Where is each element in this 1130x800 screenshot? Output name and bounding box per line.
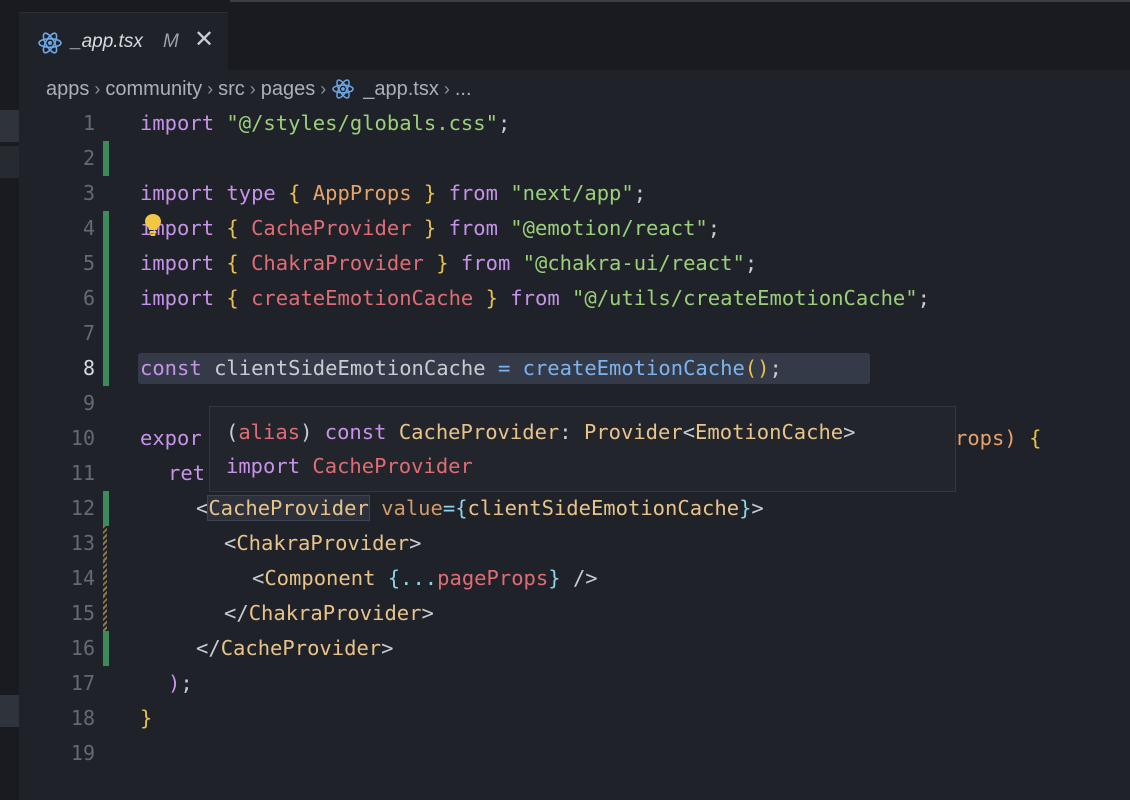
tab-filename: _app.tsx: [71, 31, 143, 52]
code-text: </ChakraProvider>: [224, 601, 434, 625]
code-line: 16 </CacheProvider>: [0, 631, 1130, 666]
gutter-added-marker: [103, 211, 109, 246]
code-line: 17 );: [0, 666, 1130, 701]
gutter-added-marker: [103, 631, 109, 666]
chevron-right-icon: ›: [320, 78, 327, 99]
breadcrumb-item[interactable]: _app.tsx: [363, 78, 439, 101]
breadcrumb-item[interactable]: src: [218, 78, 245, 101]
line-number: 11: [70, 461, 95, 485]
breadcrumb-item[interactable]: apps: [46, 78, 89, 101]
line-number: 8: [82, 356, 95, 380]
gutter-modified-marker: [103, 526, 107, 561]
code-line: 14 <Component {...pageProps} />: [0, 561, 1130, 596]
chevron-right-icon: ›: [207, 78, 214, 99]
code-text: ret: [168, 461, 206, 485]
hover-tooltip: (alias) const CacheProvider: Provider<Em…: [209, 406, 956, 492]
line-number: 10: [70, 426, 95, 450]
line-number: 15: [70, 601, 95, 625]
code-text: import { CacheProvider } from "@emotion/…: [140, 216, 721, 240]
code-line: 4 import { CacheProvider } from "@emotio…: [0, 211, 1130, 246]
code-text: import "@/styles/globals.css";: [140, 111, 511, 135]
line-number: 16: [70, 636, 95, 660]
code-line: 3 import type { AppProps } from "next/ap…: [0, 176, 1130, 211]
code-text: <Component {...pageProps} />: [252, 566, 598, 590]
chevron-right-icon: ›: [94, 78, 101, 99]
code-line: 7: [0, 316, 1130, 351]
chevron-right-icon: ›: [443, 78, 450, 99]
line-number: 14: [70, 566, 95, 590]
code-text: import { ChakraProvider } from "@chakra-…: [140, 251, 758, 275]
line-number: 9: [82, 391, 95, 415]
code-text: <CacheProvider value={clientSideEmotionC…: [196, 495, 764, 521]
code-text: import type { AppProps } from "next/app"…: [140, 181, 647, 205]
line-number: 17: [70, 671, 95, 695]
breadcrumb-item[interactable]: community: [105, 78, 202, 101]
react-icon: [37, 31, 63, 60]
line-number: 1: [82, 111, 95, 135]
code-line: 18 }: [0, 701, 1130, 736]
tab-bar-border: [230, 0, 1130, 2]
breadcrumb-item[interactable]: pages: [261, 78, 316, 101]
gutter-added-marker: [103, 281, 109, 316]
code-text: expor: [140, 426, 202, 450]
tooltip-signature: (alias) const CacheProvider: Provider<Em…: [226, 420, 856, 444]
gutter-added-marker: [103, 141, 109, 176]
lightbulb-icon[interactable]: [144, 213, 162, 242]
chevron-right-icon: ›: [249, 78, 256, 99]
code-text: }: [140, 706, 153, 730]
code-line: 12 <CacheProvider value={clientSideEmoti…: [0, 491, 1130, 526]
code-line: 19: [0, 736, 1130, 771]
line-number: 19: [70, 741, 95, 765]
line-number: 6: [82, 286, 95, 310]
code-line: 13 <ChakraProvider>: [0, 526, 1130, 561]
line-number: 13: [70, 531, 95, 555]
code-text: <ChakraProvider>: [224, 531, 422, 555]
line-number: 18: [70, 706, 95, 730]
gutter-added-marker: [103, 491, 109, 526]
line-number: 7: [82, 321, 95, 345]
gutter-added-marker: [103, 351, 109, 386]
breadcrumb-item[interactable]: ...: [455, 78, 472, 101]
react-icon: [331, 78, 355, 100]
code-text: </CacheProvider>: [196, 636, 394, 660]
code-line: 2: [0, 141, 1130, 176]
line-number: 3: [82, 181, 95, 205]
code-line: 1 import "@/styles/globals.css";: [0, 106, 1130, 141]
line-number: 12: [70, 496, 95, 520]
close-icon[interactable]: ✕: [194, 28, 214, 52]
line-number: 5: [82, 251, 95, 275]
gutter-added-marker: [103, 246, 109, 281]
tooltip-import: import CacheProvider: [226, 454, 473, 478]
code-line: 5 import { ChakraProvider } from "@chakr…: [0, 246, 1130, 281]
breadcrumb: apps › community › src › pages › _app.ts…: [46, 76, 472, 102]
gutter-added-marker: [103, 316, 109, 351]
code-text: rops) {: [955, 426, 1042, 450]
code-text: const clientSideEmotionCache = createEmo…: [140, 356, 782, 380]
line-number: 2: [82, 146, 95, 170]
code-line: 6 import { createEmotionCache } from "@/…: [0, 281, 1130, 316]
code-line: 15 </ChakraProvider>: [0, 596, 1130, 631]
tab-modified-badge: M: [163, 31, 179, 52]
code-line-active: 8 const clientSideEmotionCache = createE…: [0, 351, 1130, 386]
tab-bar: _app.tsx M ✕: [19, 0, 1130, 71]
tab-app-tsx[interactable]: _app.tsx M ✕: [19, 12, 228, 71]
gutter-modified-marker: [103, 596, 107, 631]
code-text: );: [168, 671, 193, 695]
gutter-modified-marker: [103, 561, 107, 596]
line-number: 4: [82, 216, 95, 240]
code-text: import { createEmotionCache } from "@/ut…: [140, 286, 930, 310]
